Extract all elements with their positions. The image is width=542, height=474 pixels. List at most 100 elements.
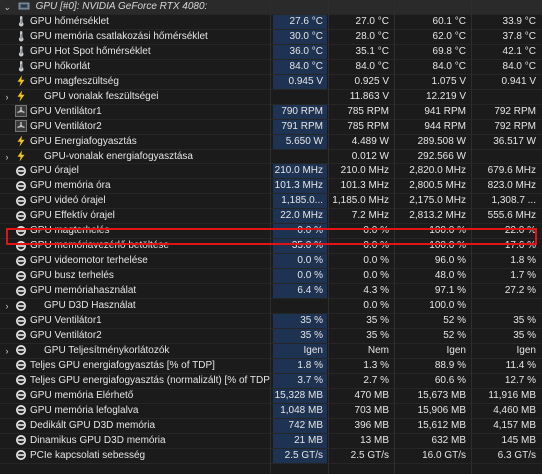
sensor-row[interactable]: GPU hőmérséklet 27.6 °C 27.0 °C 60.1 °C 33.9… [0,14,542,30]
sensor-row[interactable]: GPU memóriahasználat 6.4 % 4.3 % 97.1 % 27.2… [0,284,542,300]
min-value: 1,185.0 MHz [332,195,389,207]
sensor-row[interactable]: › GPU vonalak feszültségei 11.863 V 12.219 … [0,90,542,105]
average-value: 0.941 V [501,75,536,87]
gpu-chip-icon [18,0,30,12]
sensor-row[interactable]: GPU memóriavezérlő betöltése 35.0 % 0.0 % 1… [0,239,542,255]
sensor-name-cell: GPU hőkorlát [0,60,270,74]
chevron-right-icon[interactable]: › [2,150,12,164]
min-value: 35 % [366,315,389,327]
sensor-row[interactable]: GPU hőkorlát 84.0 °C 84.0 °C 84.0 °C 84.0 °C [0,59,542,75]
sensor-row[interactable]: GPU memória Elérhető 15,328 MB 470 MB 15,67… [0,388,542,404]
sensor-row[interactable]: Dinamikus GPU D3D memória 21 MB 13 MB 632 M… [0,433,542,449]
average-value: 4,157 MB [493,419,536,431]
sensor-row[interactable]: GPU videó órajel 1,185.0... 1,185.0 MHz 2,1… [0,194,542,210]
gauge-icon [15,449,27,461]
sensor-row[interactable]: Teljes GPU energiafogyasztás [% of TDP] 1… [0,358,542,374]
chevron-right-icon[interactable]: › [2,344,12,358]
sensor-row[interactable]: GPU Ventilátor2 35 % 35 % 52 % 35 % [0,328,542,344]
current-value: 36.0 °C [273,44,327,59]
sensor-name-cell: GPU memória lefoglalva [0,404,270,418]
sensor-name-cell: GPU videomotor terhelése [0,254,270,268]
gauge-icon [15,210,27,222]
sensor-row[interactable]: GPU magfeszültség 0.945 V 0.925 V 1.075 V 0.… [0,74,542,90]
min-value: 785 RPM [347,105,389,117]
current-value: 35 % [273,314,327,328]
column-divider [394,0,395,474]
gpu-group-header[interactable]: ⌄ GPU [#0]: NVIDIA GeForce RTX 4080: [0,0,542,15]
sensor-row[interactable]: PCIe kapcsolati sebesség 2.5 GT/s 2.5 GT/s… [0,448,542,464]
gauge-icon [15,240,27,252]
current-value: 0.945 V [273,74,327,89]
sensor-name: GPU videó órajel [30,195,106,207]
min-value: 703 MB [354,404,389,416]
sensor-name: Teljes GPU energiafogyasztás (normalizál… [30,374,270,386]
average-value: 792 RPM [494,120,536,132]
sensor-row[interactable]: › GPU Teljesítménykorlátozók Igen Nem Igen Ig… [0,343,542,359]
sensor-name: GPU Ventilátor1 [30,105,102,117]
sensor-name-cell: GPU hőmérséklet [0,15,270,29]
min-value: 13 MB [360,434,389,446]
sensor-name: Dinamikus GPU D3D memória [30,434,166,446]
chevron-right-icon[interactable]: › [2,90,12,104]
sensor-row[interactable]: GPU Ventilátor1 790 RPM 785 RPM 941 RPM 792 … [0,104,542,120]
lightning-icon [15,90,27,102]
max-value: 100.0 % [429,225,466,237]
average-value: 17.6 % [504,240,536,252]
current-value: 1,185.0... [273,194,327,209]
sensor-name-cell: GPU memória csatlakozási hőmérséklet [0,30,270,44]
sensor-row[interactable]: GPU videomotor terhelése 0.0 % 0.0 % 96.0 %… [0,254,542,270]
min-value: 396 MB [354,419,389,431]
sensor-row[interactable]: GPU busz terhelés 0.0 % 0.0 % 48.0 % 1.7 % [0,269,542,285]
sensor-table: ⌄ GPU [#0]: NVIDIA GeForce RTX 4080: GPU… [0,0,542,464]
sensor-name: GPU órajel [30,165,79,177]
gauge-icon [15,329,27,341]
average-value: 145 MB [501,434,536,446]
sensor-name: GPU vonalak feszültségei [44,90,159,102]
current-value: 5.650 W [273,134,327,149]
max-value: Igen [446,344,466,356]
sensor-rows: GPU hőmérséklet 27.6 °C 27.0 °C 60.1 °C 33.9… [0,14,542,464]
min-value: 0.0 % [363,240,389,252]
sensor-row[interactable]: Dedikált GPU D3D memória 742 MB 396 MB 15,6… [0,418,542,434]
sensor-row[interactable]: GPU magterhelés 0.0 % 0.0 % 100.0 % 22.0 % [0,224,542,240]
min-value: 470 MB [354,389,389,401]
sensor-row[interactable]: › GPU D3D Használat 0.0 % 100.0 % [0,299,542,315]
gauge-icon [15,225,27,237]
sensor-row[interactable]: GPU Ventilátor1 35 % 35 % 52 % 35 % [0,314,542,329]
lightning-icon [15,75,27,87]
max-value: 292.566 W [417,150,466,162]
sensor-name: GPU memória csatlakozási hőmérséklet [30,30,208,42]
sensor-row[interactable]: GPU memória óra 101.3 MHz 101.3 MHz 2,800.5… [0,179,542,195]
average-value: 679.6 MHz [487,165,536,177]
max-value: 2,820.0 MHz [409,165,466,177]
sensor-name-cell: GPU busz terhelés [0,269,270,283]
current-value: 0.0 % [273,254,327,269]
sensor-row[interactable]: Teljes GPU energiafogyasztás (normalizál… [0,373,542,389]
lightning-icon [15,150,27,162]
sensor-row[interactable]: GPU Ventilátor2 791 RPM 785 RPM 944 RPM 792 … [0,119,542,135]
chevron-right-icon[interactable]: › [2,299,12,313]
gauge-icon [15,180,27,192]
current-value [273,299,327,313]
sensor-name-cell: Dinamikus GPU D3D memória [0,434,270,448]
sensor-row[interactable]: › GPU-vonalak energiafogyasztása 0.012 W 29… [0,150,542,165]
sensor-name: GPU Effektív órajel [30,210,115,222]
chevron-down-icon[interactable]: ⌄ [2,0,12,14]
min-value: 785 RPM [347,120,389,132]
current-value: 2.5 GT/s [273,448,327,463]
current-value [273,150,327,164]
max-value: 2,175.0 MHz [409,195,466,207]
gauge-icon [15,434,27,446]
sensor-row[interactable]: GPU Hot Spot hőmérséklet 36.0 °C 35.1 °C 69… [0,44,542,60]
sensor-row[interactable]: GPU Energiafogyasztás 5.650 W 4.489 W 289.5… [0,134,542,150]
average-value: 4,460 MB [493,404,536,416]
max-value: 97.1 % [434,285,466,297]
gauge-icon [15,359,27,371]
sensor-row[interactable]: GPU memória lefoglalva 1,048 MB 703 MB 15,9… [0,403,542,419]
current-value: 22.0 MHz [273,209,327,224]
current-value: 790 RPM [273,104,327,119]
sensor-row[interactable]: GPU órajel 210.0 MHz 210.0 MHz 2,820.0 MHz 6… [0,164,542,180]
sensor-row[interactable]: GPU Effektív órajel 22.0 MHz 7.2 MHz 2,813.… [0,209,542,225]
min-value: 27.0 °C [355,15,389,27]
sensor-row[interactable]: GPU memória csatlakozási hőmérséklet 30.0… [0,29,542,45]
